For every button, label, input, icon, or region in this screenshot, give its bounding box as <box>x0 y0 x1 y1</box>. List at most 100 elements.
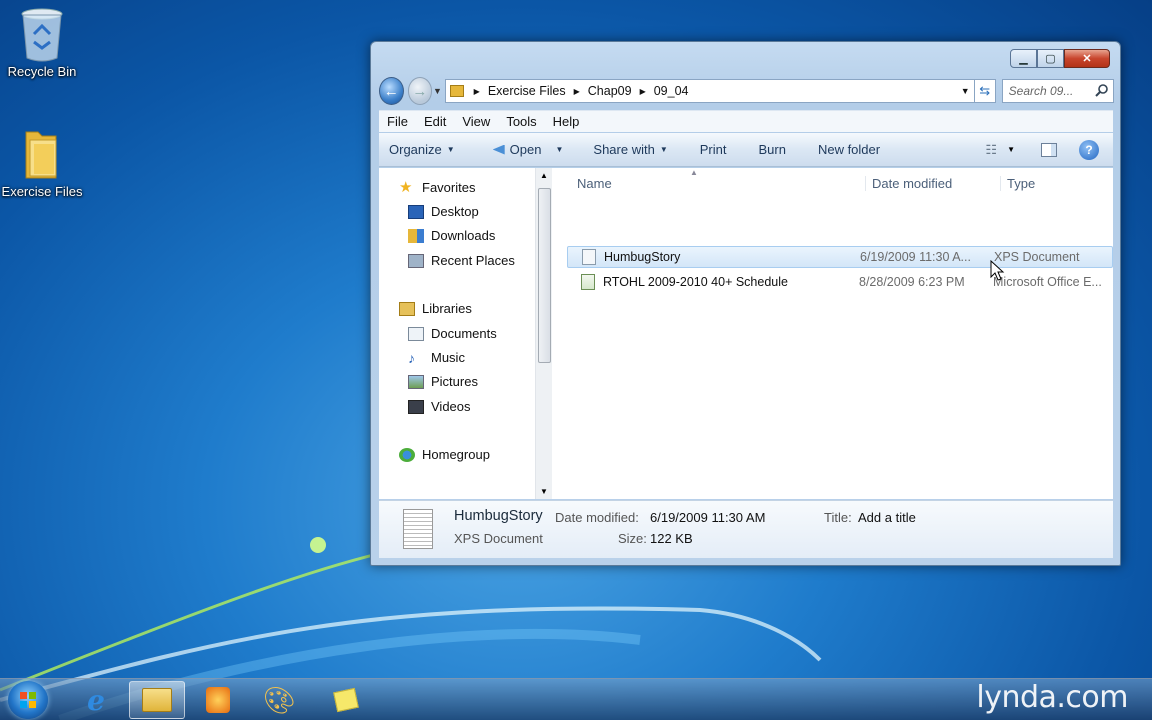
chevron-down-icon: ▼ <box>659 145 668 154</box>
close-button[interactable]: ✕ <box>1064 49 1110 68</box>
file-name: RTOHL 2009-2010 40+ Schedule <box>581 274 788 290</box>
desktop-icon <box>408 204 424 219</box>
nav-documents[interactable]: Documents <box>408 326 497 341</box>
nav-desktop-label: Desktop <box>431 204 479 219</box>
taskbar-sticky-notes[interactable] <box>318 681 374 719</box>
scroll-up-icon[interactable]: ▲ <box>540 171 548 180</box>
sort-indicator-icon: ▲ <box>690 168 698 177</box>
burn-label: Burn <box>758 142 786 157</box>
paint-palette-icon: 🎨︎ <box>262 684 296 715</box>
desktop-icon-exercise-files[interactable]: Exercise Files <box>0 126 84 199</box>
nav-desktop[interactable]: Desktop <box>408 204 479 219</box>
videos-icon <box>408 399 424 414</box>
explorer-window[interactable]: ▁ ▢ ✕ ← → ▼ ▶ Exercise Files ▶ Chap09 ▶ … <box>370 41 1121 566</box>
details-title-value[interactable]: Add a title <box>858 510 916 525</box>
xps-viewer-icon <box>492 144 505 155</box>
minimize-button[interactable]: ▁ <box>1010 49 1037 68</box>
taskbar-internet-explorer[interactable]: e <box>68 681 124 719</box>
back-arrow-icon: ← <box>383 82 399 100</box>
open-label: Open <box>509 142 542 157</box>
breadcrumb-exercise-files[interactable]: Exercise Files <box>488 84 566 98</box>
excel-document-icon <box>581 274 595 290</box>
menu-edit[interactable]: Edit <box>416 114 454 129</box>
breadcrumb-separator-icon[interactable]: ▶ <box>474 87 480 96</box>
organize-button[interactable]: Organize ▼ <box>379 142 471 157</box>
menu-file[interactable]: File <box>379 114 416 129</box>
file-name-text: HumbugStory <box>604 250 681 264</box>
nav-libraries[interactable]: Libraries <box>399 301 472 316</box>
file-thumbnail-icon <box>403 509 433 549</box>
file-row-schedule[interactable]: RTOHL 2009-2010 40+ Schedule 8/28/2009 6… <box>567 271 1113 293</box>
taskbar-media-player[interactable] <box>190 681 246 719</box>
menu-tools[interactable]: Tools <box>498 114 544 129</box>
file-name-text: RTOHL 2009-2010 40+ Schedule <box>603 275 788 289</box>
command-bar: Organize ▼ Open ▼ Share with ▼ Print Burn N… <box>379 133 1113 167</box>
burn-button[interactable]: Burn <box>742 142 801 157</box>
nav-favorites[interactable]: ★ Favorites <box>399 180 476 196</box>
nav-music[interactable]: ♪ Music <box>408 350 465 365</box>
navigation-pane: ★ Favorites Desktop Downloads Recent Pla… <box>379 168 552 499</box>
recent-places-icon <box>408 253 424 268</box>
nav-favorites-label: Favorites <box>422 180 476 195</box>
address-bar[interactable]: ▶ Exercise Files ▶ Chap09 ▶ 09_04 ▼ <box>444 79 975 103</box>
xps-document-icon <box>582 249 596 265</box>
nav-homegroup-label: Homegroup <box>422 447 490 462</box>
taskbar-paint[interactable]: 🎨︎ <box>251 681 307 719</box>
search-input[interactable]: Search 09... <box>1001 79 1114 103</box>
help-icon[interactable]: ? <box>1079 139 1099 160</box>
breadcrumb-separator-icon[interactable]: ▶ <box>574 87 580 96</box>
folder-icon <box>18 126 66 180</box>
desktop-icon-recycle-bin[interactable]: Recycle Bin <box>0 6 84 79</box>
preview-pane-icon[interactable] <box>1041 142 1057 157</box>
start-button[interactable] <box>8 681 48 719</box>
column-header-date-modified[interactable]: Date modified <box>865 176 952 191</box>
breadcrumb-chap09[interactable]: Chap09 <box>588 84 632 98</box>
share-with-button[interactable]: Share with ▼ <box>579 142 683 157</box>
menu-view[interactable]: View <box>454 114 498 129</box>
print-button[interactable]: Print <box>684 142 743 157</box>
refresh-button[interactable]: ⇆ <box>974 79 996 103</box>
nav-videos-label: Videos <box>431 399 471 414</box>
command-bar-right: ☷ ▼ ? <box>985 139 1113 160</box>
new-folder-button[interactable]: New folder <box>802 142 896 157</box>
file-type: XPS Document <box>994 250 1080 264</box>
address-dropdown-icon[interactable]: ▼ <box>961 86 970 96</box>
homegroup-icon <box>399 447 415 462</box>
scroll-down-icon[interactable]: ▼ <box>540 487 548 496</box>
nav-music-label: Music <box>431 350 465 365</box>
search-placeholder: Search 09... <box>1008 84 1074 98</box>
breadcrumb-separator-icon[interactable]: ▶ <box>640 87 646 96</box>
nav-recent-places[interactable]: Recent Places <box>408 253 515 268</box>
open-button[interactable]: Open ▼ <box>471 142 580 157</box>
maximize-button[interactable]: ▢ <box>1037 49 1064 68</box>
sticky-notes-icon <box>333 687 359 713</box>
nav-videos[interactable]: Videos <box>408 399 471 414</box>
scrollbar-thumb[interactable] <box>538 188 551 363</box>
file-row-humbugstory[interactable]: HumbugStory 6/19/2009 11:30 A... XPS Doc… <box>567 246 1113 268</box>
file-list: Name ▲ Date modified Type HumbugStory 6/… <box>557 168 1113 535</box>
column-header-type[interactable]: Type <box>1000 176 1035 191</box>
menu-help[interactable]: Help <box>545 114 588 129</box>
nav-homegroup[interactable]: Homegroup <box>399 447 490 462</box>
new-folder-label: New folder <box>817 142 881 157</box>
navigation-pane-scrollbar[interactable]: ▲ ▼ <box>535 168 552 499</box>
chevron-down-icon[interactable]: ▼ <box>1007 145 1015 154</box>
close-icon: ✕ <box>1082 53 1092 65</box>
nav-downloads[interactable]: Downloads <box>408 228 495 243</box>
print-label: Print <box>699 142 727 157</box>
nav-pictures[interactable]: Pictures <box>408 374 478 389</box>
navigation-bar: ← → ▼ ▶ Exercise Files ▶ Chap09 ▶ 09_04 … <box>379 76 1114 106</box>
file-date: 6/19/2009 11:30 A... <box>860 250 971 264</box>
view-options-icon[interactable]: ☷ <box>985 142 997 158</box>
details-file-name: HumbugStory <box>454 508 543 524</box>
breadcrumb-09-04[interactable]: 09_04 <box>654 84 689 98</box>
documents-icon <box>408 326 424 341</box>
recent-pages-dropdown[interactable]: ▼ <box>432 86 442 96</box>
lynda-watermark: lynda.com <box>976 680 1128 715</box>
back-button[interactable]: ← <box>379 77 404 105</box>
details-file-kind: XPS Document <box>454 531 543 546</box>
taskbar-windows-explorer[interactable] <box>129 681 185 719</box>
details-size-value: 122 KB <box>650 531 693 546</box>
forward-button[interactable]: → <box>407 77 433 105</box>
column-header-name[interactable]: Name <box>577 176 612 191</box>
